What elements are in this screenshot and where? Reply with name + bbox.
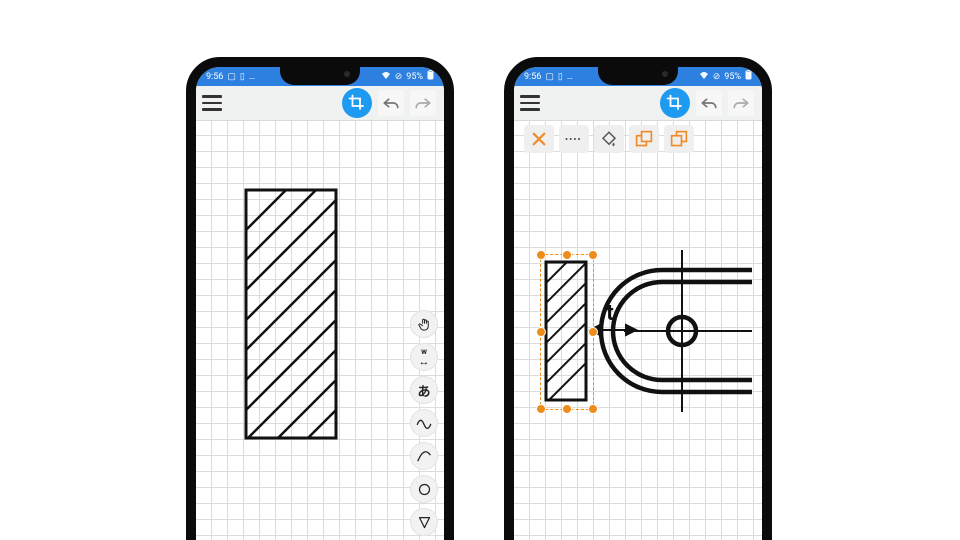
stage: 9:56 ▢ ▯ … ⊘ 95% xyxy=(0,0,960,540)
hand-tool[interactable] xyxy=(410,310,438,338)
app-toolbar xyxy=(196,86,444,121)
battery-icon xyxy=(427,70,434,83)
notch xyxy=(598,65,678,85)
phone-right: 9:56 ▢ ▯ … ⊘ 95% xyxy=(504,57,772,540)
send-back-button[interactable] xyxy=(664,125,694,153)
image-icon: ▢ xyxy=(227,72,236,82)
redo-button[interactable] xyxy=(728,90,754,116)
battery-text: 95% xyxy=(406,72,423,82)
notch xyxy=(280,65,360,85)
arc-tool[interactable] xyxy=(410,442,438,470)
no-sim-icon: ⊘ xyxy=(395,72,403,82)
resize-handle-nw[interactable] xyxy=(536,250,546,260)
menu-button[interactable] xyxy=(520,92,546,114)
wifi-icon xyxy=(381,71,391,83)
freehand-tool[interactable] xyxy=(410,409,438,437)
phone-left: 9:56 ▢ ▯ … ⊘ 95% xyxy=(186,57,454,540)
sd-card-icon: ▯ xyxy=(558,72,563,82)
no-sim-icon: ⊘ xyxy=(713,72,721,82)
triangle-tool[interactable] xyxy=(410,508,438,536)
wifi-icon xyxy=(699,71,709,83)
resize-handle-se[interactable] xyxy=(588,404,598,414)
more-icon: … xyxy=(567,72,573,82)
sd-card-icon: ▯ xyxy=(240,72,245,82)
battery-text: 95% xyxy=(724,72,741,82)
resize-handle-e[interactable] xyxy=(588,327,598,337)
resize-handle-w[interactable] xyxy=(536,327,546,337)
fill-button[interactable] xyxy=(594,125,624,153)
width-tool[interactable]: w ↔ xyxy=(410,343,438,371)
crop-button[interactable] xyxy=(342,88,372,118)
drawing-canvas[interactable]: w ↔ あ xyxy=(196,120,444,540)
resize-handle-sw[interactable] xyxy=(536,404,546,414)
cancel-button[interactable] xyxy=(524,125,554,153)
image-icon: ▢ xyxy=(545,72,554,82)
battery-icon xyxy=(745,70,752,83)
more-icon: … xyxy=(249,72,255,82)
redo-button[interactable] xyxy=(410,90,436,116)
resize-handle-n[interactable] xyxy=(562,250,572,260)
tool-palette: w ↔ あ xyxy=(410,310,438,540)
selection-toolbar xyxy=(524,125,694,155)
bring-front-button[interactable] xyxy=(629,125,659,153)
text-tool[interactable]: あ xyxy=(410,376,438,404)
resize-handle-ne[interactable] xyxy=(588,250,598,260)
line-style-button[interactable] xyxy=(559,125,589,153)
undo-button[interactable] xyxy=(378,90,404,116)
resize-handle-s[interactable] xyxy=(562,404,572,414)
menu-button[interactable] xyxy=(202,92,228,114)
drawing-canvas[interactable]: t xyxy=(514,120,762,540)
status-time: 9:56 xyxy=(206,72,223,82)
selection-box[interactable] xyxy=(540,254,594,410)
drawing-content xyxy=(196,120,444,540)
undo-button[interactable] xyxy=(696,90,722,116)
circle-tool[interactable] xyxy=(410,475,438,503)
app-toolbar xyxy=(514,86,762,121)
status-time: 9:56 xyxy=(524,72,541,82)
crop-button[interactable] xyxy=(660,88,690,118)
